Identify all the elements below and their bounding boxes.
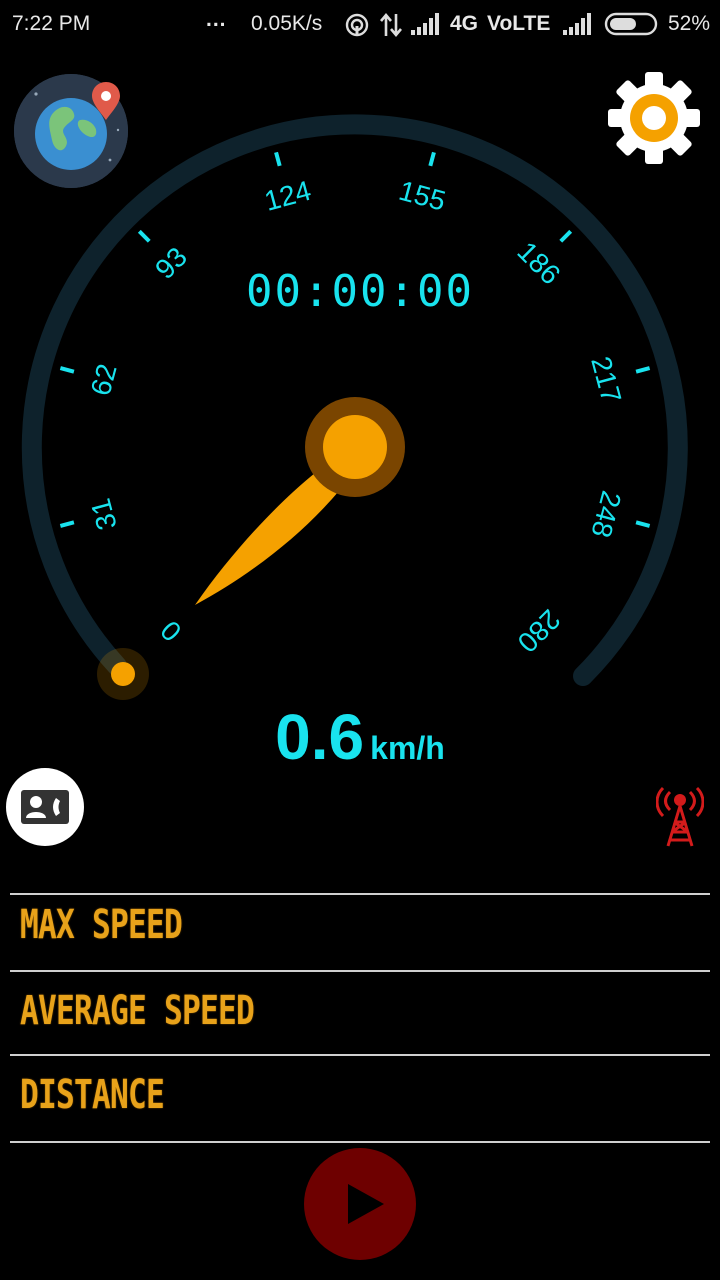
contact-card-icon <box>21 790 69 824</box>
average-speed-row: AVERAGE SPEED <box>20 988 320 1048</box>
max-speed-label: MAX SPEED <box>20 902 183 948</box>
gauge-tick-label: 124 <box>261 175 314 217</box>
gauge-tick-label: 0 <box>155 614 188 647</box>
gauge-tick-label: 280 <box>511 603 566 658</box>
speedometer-gauge: 0316293124 155186217248280 <box>21 114 688 700</box>
divider <box>10 893 710 895</box>
speed-value: 0.6 <box>275 701 365 773</box>
divider <box>10 1054 710 1056</box>
speed-unit: km/h <box>370 730 445 766</box>
divider <box>10 1141 710 1143</box>
play-button[interactable] <box>304 1148 416 1260</box>
trip-timer: 00:00:00 <box>246 266 474 317</box>
gauge-tick-label: 31 <box>85 495 123 533</box>
distance-label: DISTANCE <box>20 1072 165 1118</box>
gauge-tick-label: 155 <box>396 175 449 217</box>
speed-dot <box>111 662 135 686</box>
gauge-tick <box>428 151 436 167</box>
speed-readout: 0.6 km/h <box>0 700 720 774</box>
needle-hub <box>323 415 387 479</box>
average-speed-label: AVERAGE SPEED <box>20 988 255 1034</box>
gauge-tick <box>59 366 75 374</box>
gauge-tick-label: 217 <box>585 353 627 406</box>
play-icon <box>348 1184 384 1224</box>
gauge-tick <box>559 229 573 243</box>
gauge-tick <box>274 151 282 167</box>
signal-tower-icon[interactable] <box>656 786 704 850</box>
distance-row: DISTANCE <box>20 1072 205 1132</box>
gauge-tick <box>59 520 75 528</box>
contact-button[interactable] <box>6 768 84 846</box>
gauge-tick <box>635 366 651 374</box>
divider <box>10 970 710 972</box>
gauge-tick <box>137 229 151 243</box>
max-speed-row: MAX SPEED <box>20 902 228 962</box>
gauge-tick-label: 62 <box>85 361 123 399</box>
gauge-tick <box>635 520 651 528</box>
gauge-tick-label: 248 <box>585 488 627 541</box>
